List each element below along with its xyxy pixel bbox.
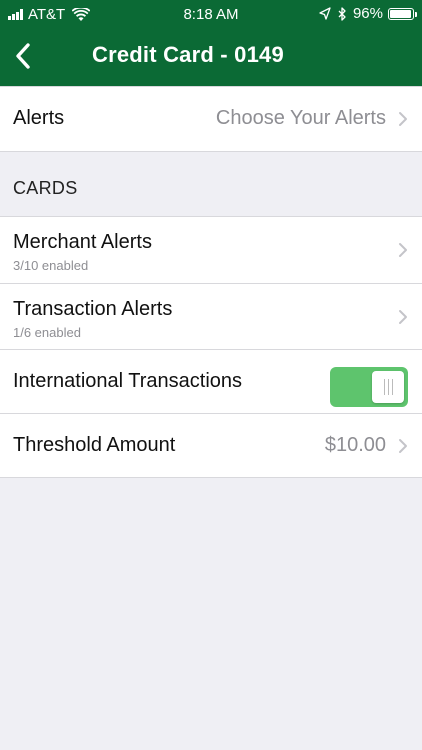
chevron-right-icon — [399, 439, 407, 453]
international-transactions-toggle[interactable] — [330, 367, 408, 407]
merchant-alerts-row[interactable]: Merchant Alerts 3/10 enabled — [0, 217, 422, 283]
bluetooth-icon — [338, 6, 346, 21]
alerts-value: Choose Your Alerts — [215, 107, 386, 129]
cards-group: Merchant Alerts 3/10 enabled Transaction… — [0, 216, 422, 478]
merchant-alerts-label: Merchant Alerts — [13, 231, 152, 253]
cards-header-label: CARDS — [13, 178, 78, 198]
app-screen: AT&T 8:18 AM 96% Credit Card - 0149 Aler… — [0, 0, 422, 750]
merchant-alerts-count: 3/10 enabled — [13, 258, 89, 273]
chevron-right-icon — [399, 310, 407, 324]
battery-icon — [388, 7, 417, 20]
transaction-alerts-count: 1/6 enabled — [13, 325, 81, 340]
threshold-amount-row[interactable]: Threshold Amount $10.00 — [0, 413, 422, 477]
header: AT&T 8:18 AM 96% Credit Card - 0149 — [0, 0, 422, 86]
status-right: 96% — [319, 5, 417, 22]
cards-section-header: CARDS — [0, 152, 422, 216]
international-transactions-label: International Transactions — [13, 370, 243, 392]
nav-bar: Credit Card - 0149 — [0, 28, 422, 86]
toggle-knob — [372, 371, 404, 403]
alerts-label: Alerts — [13, 107, 65, 129]
chevron-right-icon — [399, 112, 407, 126]
alerts-row[interactable]: Alerts Choose Your Alerts — [0, 87, 422, 151]
status-bar: AT&T 8:18 AM 96% — [0, 0, 422, 28]
transaction-alerts-row[interactable]: Transaction Alerts 1/6 enabled — [0, 283, 422, 349]
transaction-alerts-label: Transaction Alerts — [13, 298, 173, 320]
international-transactions-row: International Transactions — [0, 349, 422, 413]
alerts-group: Alerts Choose Your Alerts — [0, 86, 422, 152]
threshold-amount-value: $10.00 — [324, 434, 386, 456]
battery-percent: 96% — [352, 5, 383, 22]
threshold-amount-label: Threshold Amount — [13, 434, 176, 456]
chevron-right-icon — [399, 243, 407, 257]
chevron-left-icon — [16, 43, 30, 69]
page-title: Credit Card - 0149 — [92, 42, 284, 67]
battery-fill — [390, 9, 412, 18]
back-button[interactable] — [10, 40, 36, 72]
location-arrow-icon — [319, 6, 331, 20]
